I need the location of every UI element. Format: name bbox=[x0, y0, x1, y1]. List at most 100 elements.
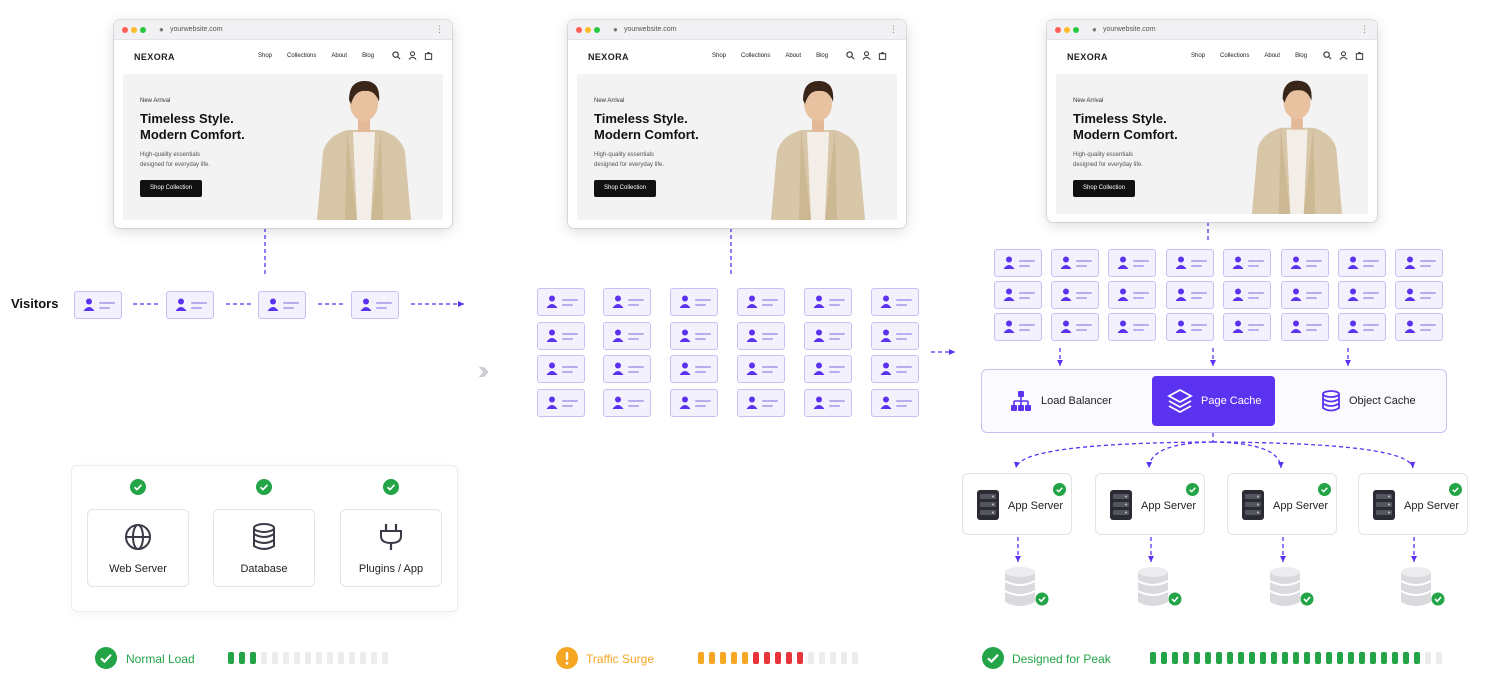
address-bar[interactable]: yourwebsite.com bbox=[170, 26, 223, 33]
placeholder-line bbox=[1019, 292, 1035, 294]
placeholder-line bbox=[1191, 265, 1202, 267]
shop-collection-button[interactable]: Shop Collection bbox=[594, 180, 656, 197]
hero-eyebrow: New Arrival bbox=[140, 98, 171, 104]
nav-link-collections[interactable]: Collections bbox=[1220, 53, 1249, 59]
placeholder-line bbox=[628, 371, 639, 373]
site-logo[interactable]: NEXORA bbox=[134, 52, 175, 62]
placeholder-line bbox=[191, 307, 202, 309]
close-dot-icon bbox=[576, 27, 582, 33]
nav-link-collections[interactable]: Collections bbox=[287, 53, 316, 59]
placeholder-line bbox=[1248, 324, 1264, 326]
bag-icon[interactable] bbox=[878, 51, 887, 62]
bag-icon[interactable] bbox=[1355, 51, 1364, 62]
meter-segment bbox=[1403, 652, 1409, 664]
status-label: Designed for Peak bbox=[1012, 652, 1111, 666]
user-icon bbox=[679, 362, 691, 375]
nav-link-blog[interactable]: Blog bbox=[1295, 53, 1307, 59]
visitor-card bbox=[871, 322, 919, 350]
hero-headline: Timeless Style. Modern Comfort. bbox=[140, 111, 245, 143]
placeholder-line bbox=[562, 299, 578, 301]
kebab-menu-icon[interactable]: ⋮ bbox=[889, 24, 898, 34]
placeholder-line bbox=[829, 333, 845, 335]
meter-segment bbox=[1194, 652, 1200, 664]
visitor-card bbox=[737, 322, 785, 350]
database-icon bbox=[1322, 390, 1340, 412]
site-logo[interactable]: NEXORA bbox=[588, 52, 629, 62]
hero-headline-line-1: Timeless Style. bbox=[594, 111, 688, 126]
user-icon bbox=[679, 329, 691, 342]
placeholder-line bbox=[1420, 260, 1436, 262]
meter-segment bbox=[1293, 652, 1299, 664]
site-logo[interactable]: NEXORA bbox=[1067, 52, 1108, 62]
meter-segment bbox=[349, 652, 355, 664]
placeholder-line bbox=[1420, 292, 1436, 294]
visitor-card bbox=[994, 313, 1042, 341]
placeholder-line bbox=[1248, 329, 1259, 331]
nav-link-blog[interactable]: Blog bbox=[362, 53, 374, 59]
database-label: Database bbox=[240, 563, 288, 575]
kebab-menu-icon[interactable]: ⋮ bbox=[1360, 24, 1369, 34]
database-cylinder-icon bbox=[1004, 567, 1049, 606]
search-icon[interactable] bbox=[392, 51, 401, 62]
bag-icon[interactable] bbox=[424, 51, 433, 62]
visitor-card bbox=[537, 288, 585, 316]
app-server-label: App Server bbox=[1273, 500, 1329, 512]
nav-link-collections[interactable]: Collections bbox=[741, 53, 770, 59]
visitor-card bbox=[351, 291, 399, 319]
nav-link-shop[interactable]: Shop bbox=[712, 53, 726, 59]
nav-link-about[interactable]: About bbox=[1264, 53, 1280, 59]
kebab-menu-icon[interactable]: ⋮ bbox=[435, 24, 444, 34]
meter-segment bbox=[1348, 652, 1354, 664]
load-meter bbox=[698, 652, 863, 664]
nav-link-about[interactable]: About bbox=[785, 53, 801, 59]
meter-segment bbox=[294, 652, 300, 664]
search-icon[interactable] bbox=[846, 51, 855, 62]
shop-collection-button[interactable]: Shop Collection bbox=[1073, 180, 1135, 197]
meter-segment bbox=[852, 652, 858, 664]
placeholder-line bbox=[628, 304, 639, 306]
user-icon[interactable] bbox=[862, 51, 871, 62]
visitor-card bbox=[258, 291, 306, 319]
browser-toolbar: ● yourwebsite.com ⋮ bbox=[1047, 20, 1377, 40]
placeholder-line bbox=[1363, 324, 1379, 326]
nav-link-shop[interactable]: Shop bbox=[258, 53, 272, 59]
meter-segment bbox=[797, 652, 803, 664]
nav-link-about[interactable]: About bbox=[331, 53, 347, 59]
visitor-card bbox=[737, 389, 785, 417]
placeholder-line bbox=[1363, 265, 1374, 267]
check-circle-icon bbox=[1186, 483, 1199, 496]
user-icon bbox=[612, 329, 624, 342]
nav-link-blog[interactable]: Blog bbox=[816, 53, 828, 59]
visitor-card bbox=[804, 322, 852, 350]
meter-segment bbox=[731, 652, 737, 664]
model-photo bbox=[1251, 80, 1343, 214]
placeholder-line bbox=[829, 338, 840, 340]
placeholder-line bbox=[896, 299, 912, 301]
address-bar[interactable]: yourwebsite.com bbox=[624, 26, 677, 33]
status-label: Normal Load bbox=[126, 652, 195, 666]
visitor-card bbox=[737, 288, 785, 316]
placeholder-line bbox=[628, 333, 644, 335]
check-circle-icon bbox=[256, 479, 272, 495]
browser-mockup-normal: ● yourwebsite.com ⋮ NEXORA Shop Collectio… bbox=[114, 20, 452, 228]
visitor-card bbox=[166, 291, 214, 319]
search-icon[interactable] bbox=[1323, 51, 1332, 62]
hero-banner: New Arrival Timeless Style. Modern Comfor… bbox=[1056, 74, 1368, 214]
address-bar[interactable]: yourwebsite.com bbox=[1103, 26, 1156, 33]
hero-headline: Timeless Style. Modern Comfort. bbox=[594, 111, 699, 143]
placeholder-line bbox=[1306, 329, 1317, 331]
placeholder-line bbox=[1248, 297, 1259, 299]
maximize-dot-icon bbox=[1073, 27, 1079, 33]
nav-link-shop[interactable]: Shop bbox=[1191, 53, 1205, 59]
meter-segment bbox=[1414, 652, 1420, 664]
user-icon[interactable] bbox=[408, 51, 417, 62]
status-label: Traffic Surge bbox=[586, 652, 655, 666]
app-server-label: App Server bbox=[1141, 500, 1197, 512]
placeholder-line bbox=[762, 400, 778, 402]
user-icon bbox=[746, 295, 758, 308]
visitors-label: Visitors bbox=[11, 296, 59, 311]
visitor-card bbox=[1166, 313, 1214, 341]
user-icon[interactable] bbox=[1339, 51, 1348, 62]
shop-collection-button[interactable]: Shop Collection bbox=[140, 180, 202, 197]
hero-subtext-line-1: High-quality essentials bbox=[140, 152, 201, 158]
